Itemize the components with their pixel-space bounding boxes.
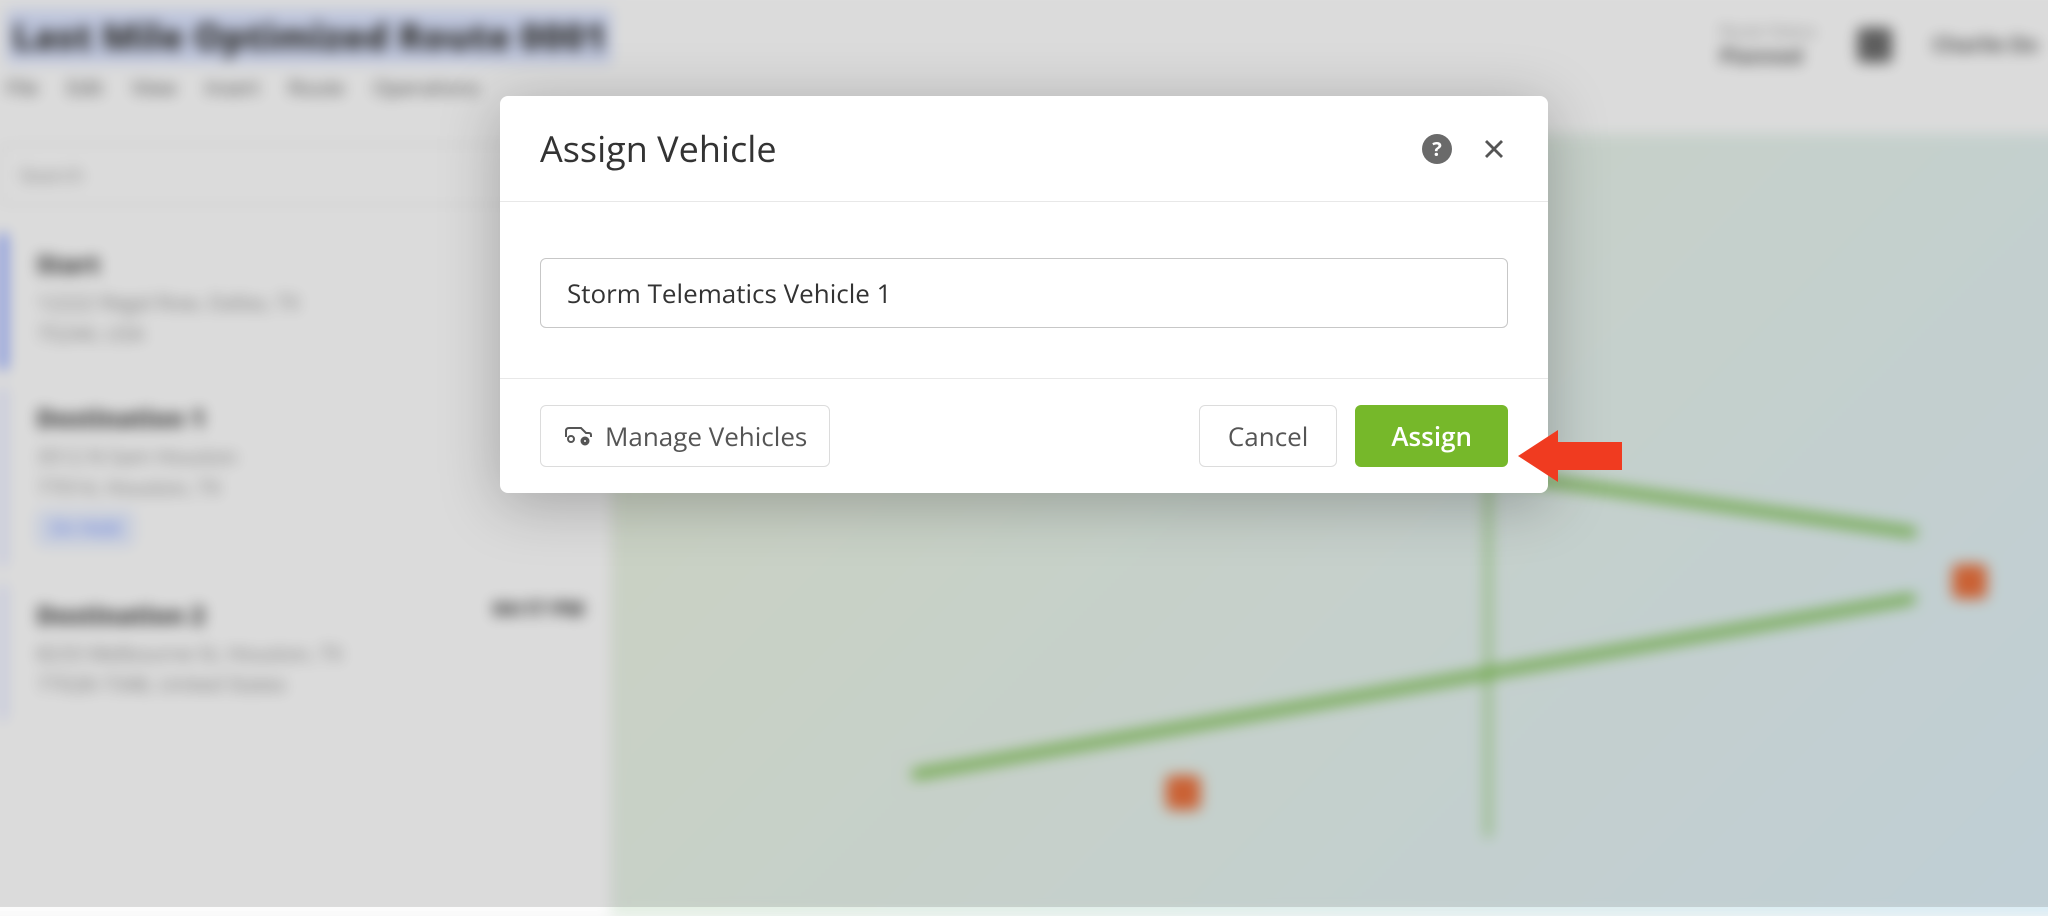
manage-vehicles-button[interactable]: Manage Vehicles xyxy=(540,405,830,467)
vehicle-gear-icon xyxy=(563,418,593,454)
help-icon[interactable]: ? xyxy=(1422,134,1452,164)
modal-title: Assign Vehicle xyxy=(540,124,1422,173)
manage-vehicles-label: Manage Vehicles xyxy=(605,418,807,454)
close-icon[interactable] xyxy=(1480,135,1508,163)
red-arrow-annotation xyxy=(1518,426,1628,486)
assign-vehicle-modal: Assign Vehicle ? Manage Vehicles xyxy=(500,96,1548,493)
assign-label: Assign xyxy=(1391,418,1472,454)
assign-button[interactable]: Assign xyxy=(1355,405,1508,467)
cancel-label: Cancel xyxy=(1228,418,1308,454)
vehicle-input[interactable] xyxy=(540,258,1508,328)
cancel-button[interactable]: Cancel xyxy=(1199,405,1337,467)
